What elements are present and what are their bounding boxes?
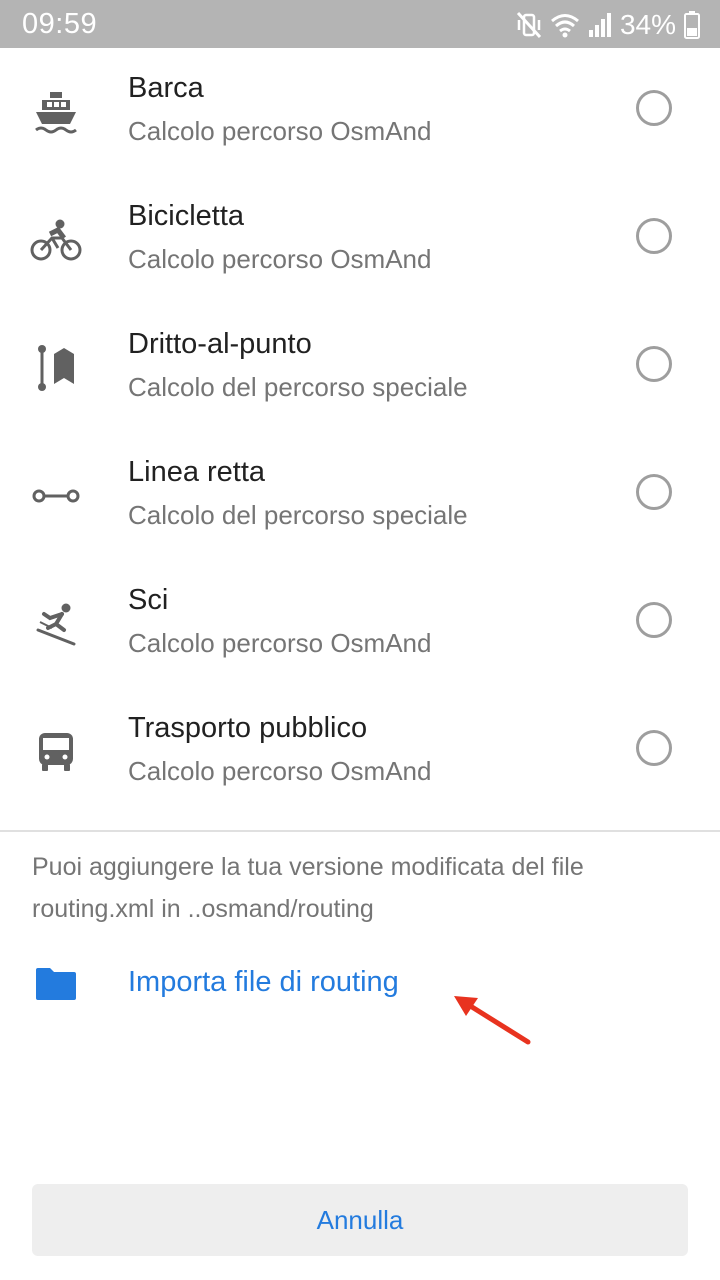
option-subtitle: Calcolo del percorso speciale: [128, 500, 468, 530]
option-title: Bicicletta: [128, 200, 245, 232]
option-subtitle: Calcolo del percorso speciale: [128, 372, 468, 402]
routing-option-dritto-al-punto[interactable]: Dritto-al-punto Calcolo del percorso spe…: [0, 304, 720, 432]
info-text: Puoi aggiungere la tua versione modifica…: [32, 853, 584, 923]
option-subtitle: Calcolo percorso OsmAnd: [128, 244, 432, 274]
routing-option-bicicletta[interactable]: Bicicletta Calcolo percorso OsmAnd: [0, 176, 720, 304]
option-title: Dritto-al-punto: [128, 328, 312, 360]
bicycle-icon: [30, 214, 82, 266]
routing-option-linea-retta[interactable]: Linea retta Calcolo del percorso special…: [0, 432, 720, 560]
status-time: 09:59: [22, 8, 98, 40]
divider: [0, 830, 720, 832]
routing-options-list: Barca Calcolo percorso OsmAnd Bicicletta…: [0, 48, 720, 816]
boat-icon: [30, 86, 82, 138]
straight-line-icon: [30, 470, 82, 522]
option-title: Sci: [128, 584, 169, 616]
direct-to-point-icon: [30, 342, 82, 394]
battery-icon: [684, 11, 700, 39]
import-label: Importa file di routing: [128, 966, 399, 998]
option-subtitle: Calcolo percorso OsmAnd: [128, 756, 432, 786]
status-icons: 34%: [516, 8, 700, 42]
option-title: Barca: [128, 72, 204, 104]
option-radio-button[interactable]: [636, 218, 672, 254]
option-radio-button[interactable]: [636, 474, 672, 510]
option-subtitle: Calcolo percorso OsmAnd: [128, 628, 432, 658]
routing-option-barca[interactable]: Barca Calcolo percorso OsmAnd: [0, 48, 720, 176]
battery-percent: 34%: [619, 9, 676, 40]
ski-icon: [30, 598, 82, 650]
option-radio-button[interactable]: [636, 346, 672, 382]
vibrate-mute-icon: [516, 11, 542, 39]
folder-icon: [34, 966, 78, 1002]
routing-option-sci[interactable]: Sci Calcolo percorso OsmAnd: [0, 560, 720, 688]
import-routing-file-button[interactable]: Importa file di routing: [0, 950, 720, 1022]
option-subtitle: Calcolo percorso OsmAnd: [128, 116, 432, 146]
signal-icon: [588, 12, 612, 38]
option-radio-button[interactable]: [636, 730, 672, 766]
option-title: Linea retta: [128, 456, 266, 488]
bus-icon: [30, 726, 82, 778]
cancel-button[interactable]: Annulla: [32, 1184, 688, 1256]
wifi-icon: [550, 12, 580, 38]
option-title: Trasporto pubblico: [128, 712, 368, 744]
annotation-arrow-icon: [454, 996, 531, 1045]
status-bar: 09:59 34%: [0, 0, 720, 48]
option-radio-button[interactable]: [636, 90, 672, 126]
option-radio-button[interactable]: [636, 602, 672, 638]
routing-option-trasporto-pubblico[interactable]: Trasporto pubblico Calcolo percorso OsmA…: [0, 688, 720, 816]
